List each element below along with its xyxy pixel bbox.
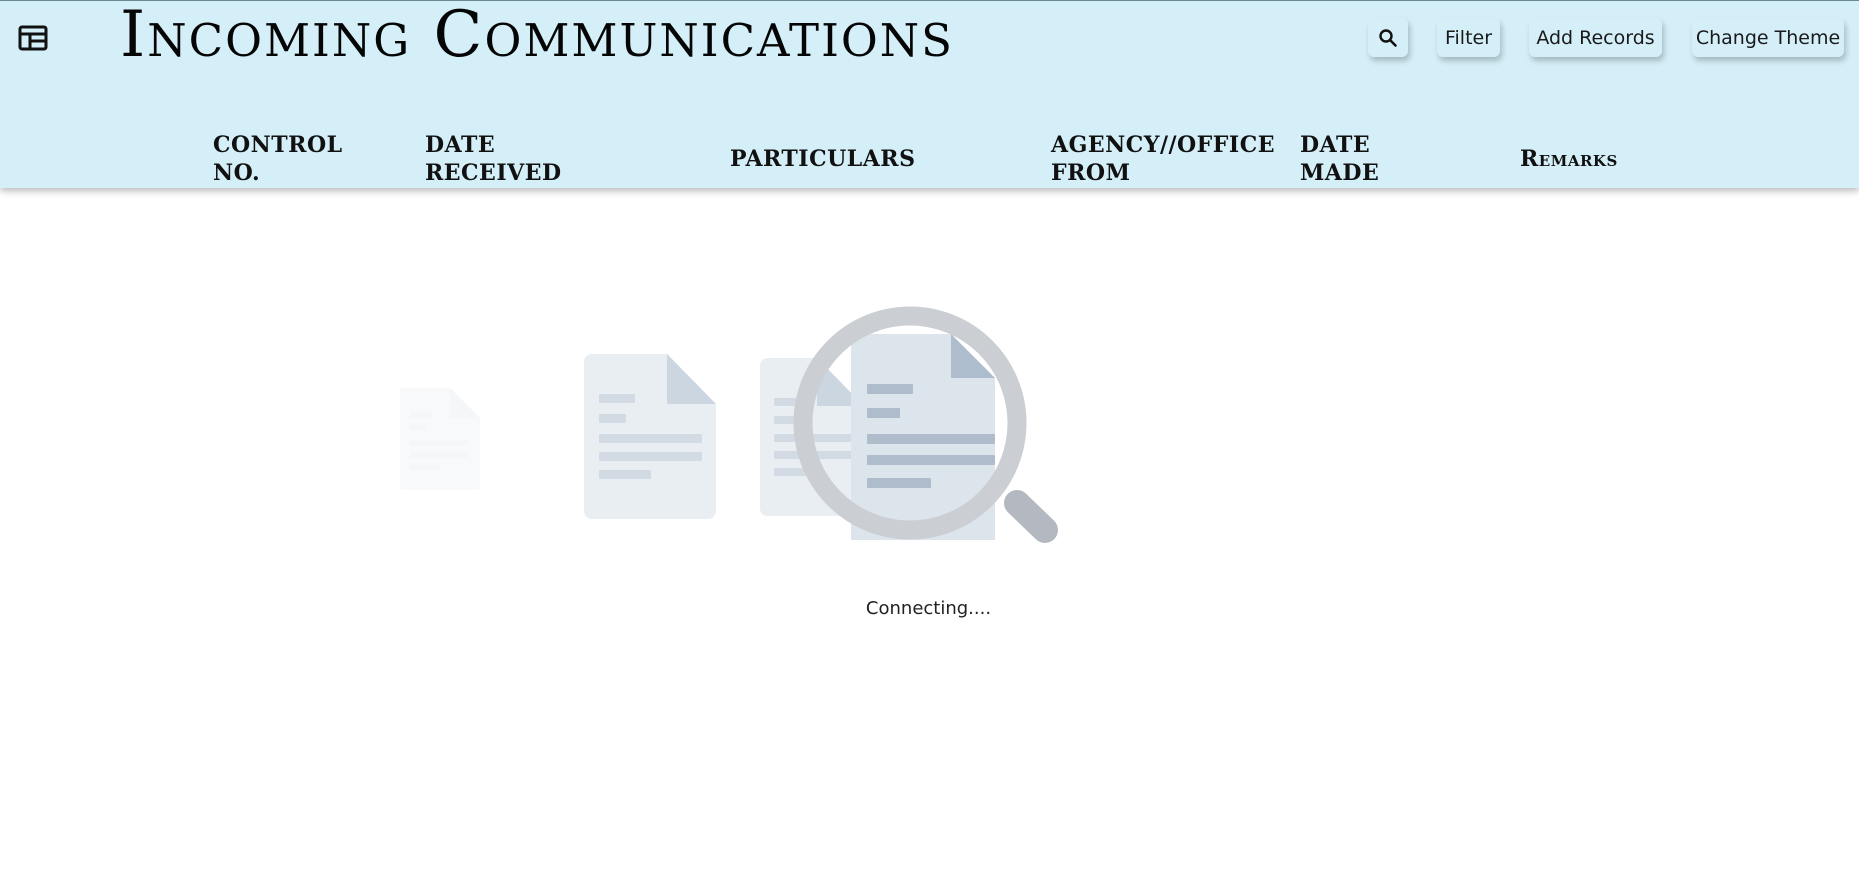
document-search-illustration [400,306,1058,543]
filter-button[interactable]: Filter [1437,18,1500,57]
connection-status-text: Connecting.... [865,598,992,619]
column-header-agency-office-from[interactable]: AGENCY//OFFICE FROM [1051,131,1275,187]
column-header-particulars[interactable]: PARTICULARS [730,145,915,173]
document-icon [584,354,716,519]
app-header: Incoming Communications Filter Add Recor… [0,0,1859,188]
table-layout-icon[interactable] [18,25,48,51]
search-icon [1379,28,1397,47]
document-icon [400,388,480,490]
column-header-date-made[interactable]: DATE MADE [1300,131,1410,187]
column-header-control-no[interactable]: CONTROL NO. [213,131,363,187]
page-title: Incoming Communications [120,0,954,72]
change-theme-button[interactable]: Change Theme [1692,18,1844,57]
search-button[interactable] [1368,18,1408,57]
column-header-remarks[interactable]: Remarks [1520,145,1618,173]
column-header-date-received[interactable]: DATE RECEIVED [425,131,585,187]
add-records-button[interactable]: Add Records [1529,18,1662,57]
